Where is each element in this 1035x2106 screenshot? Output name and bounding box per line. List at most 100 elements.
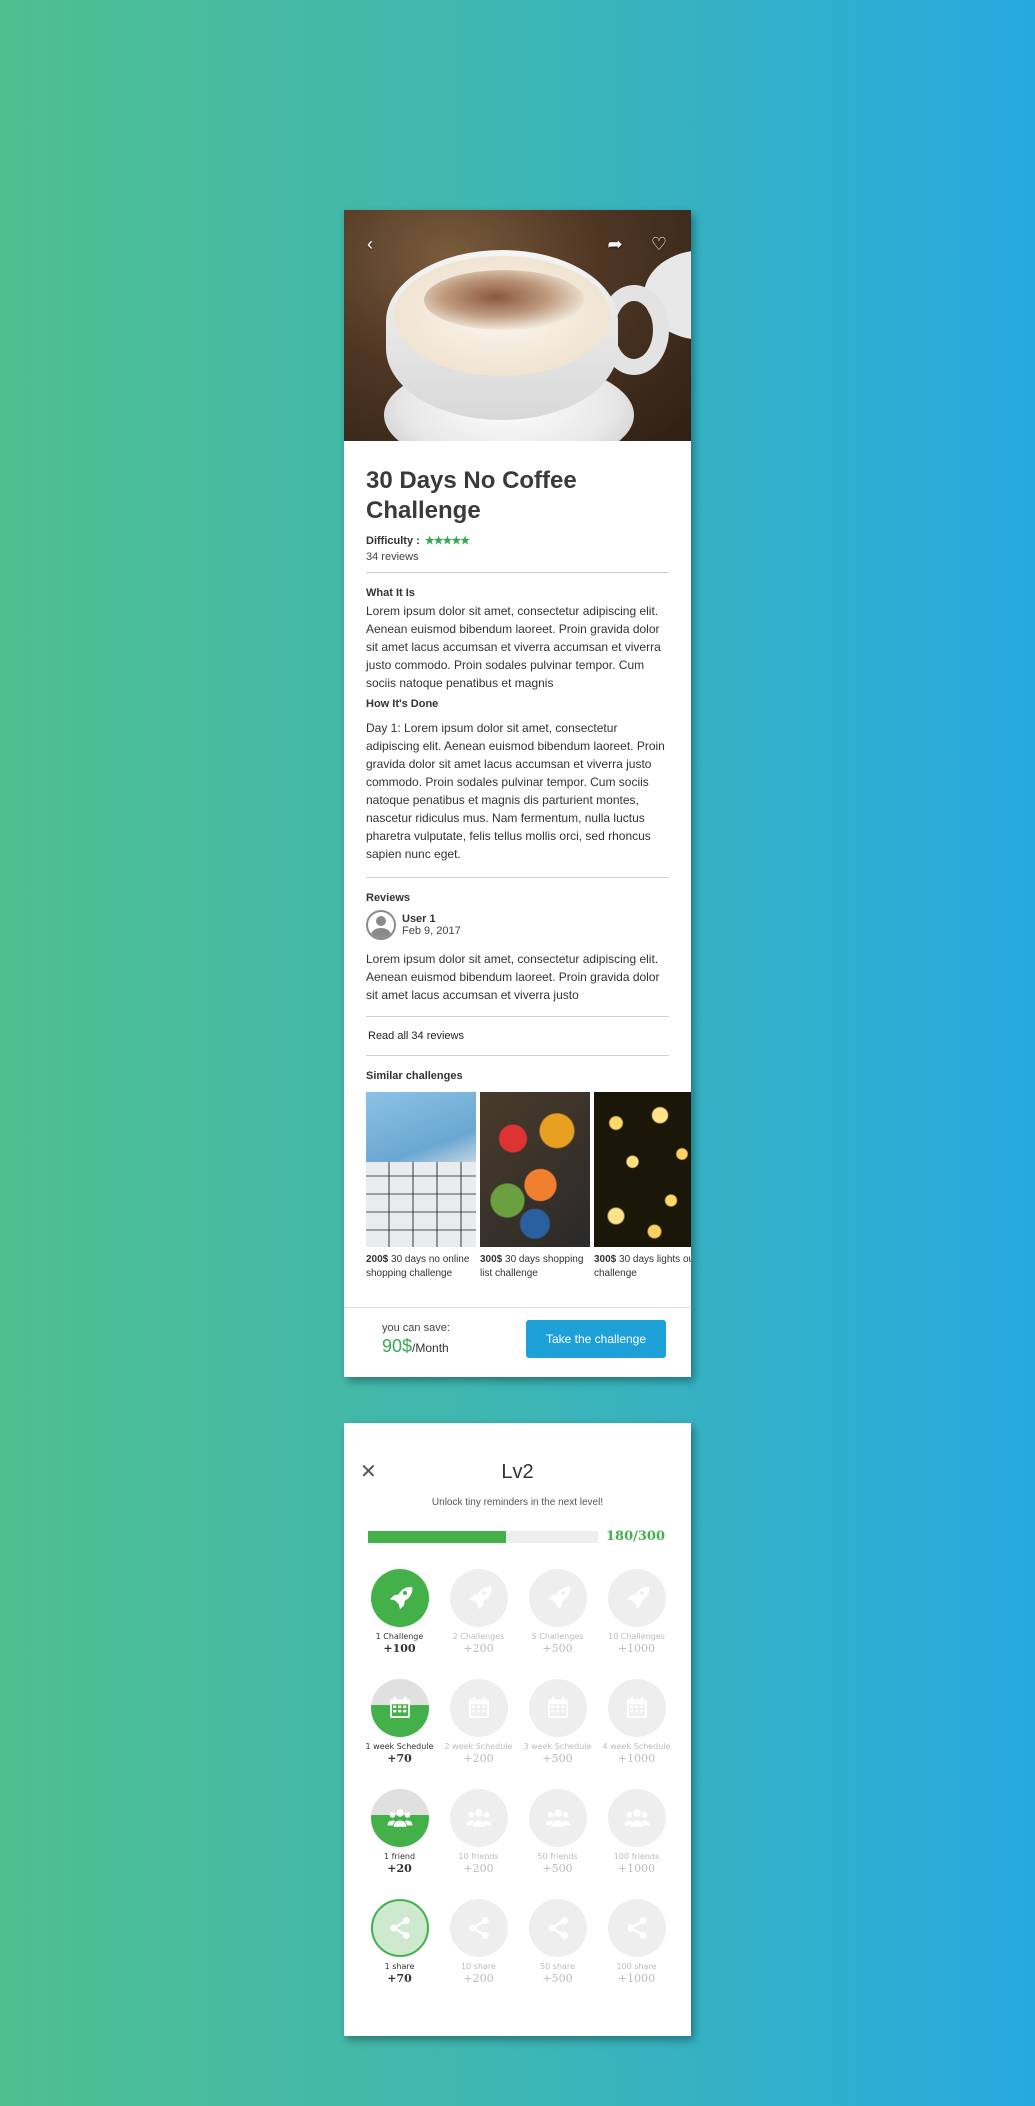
calendar-icon [547,1696,568,1718]
badge-points: +500 [542,1862,573,1875]
achievement-badge[interactable]: 100 share +1000 [597,1899,676,2009]
how-its-done-text: Day 1: Lorem ipsum dolor sit amet, conse… [366,721,665,861]
read-all-reviews-link[interactable]: Read all 34 reviews [366,1027,669,1045]
difficulty-label: Difficulty : [366,534,420,547]
favorite-icon[interactable]: ♡ [647,232,671,256]
difficulty-stars: ★★★★★ [424,535,470,547]
level-progress-text: 180/300 [606,1529,666,1544]
achievement-badge[interactable]: 4 week Schedule +1000 [597,1679,676,1789]
similar-challenge-image [366,1092,476,1247]
difficulty-row: Difficulty : ★★★★★ [366,534,669,548]
friends-icon [466,1809,491,1827]
badge-points: +500 [542,1752,573,1765]
badge-circle [449,1899,508,1957]
badge-points: +500 [542,1642,573,1655]
badge-circle [607,1899,666,1957]
achievement-badge[interactable]: 100 friends +1000 [597,1789,676,1899]
badge-circle [528,1679,587,1737]
badge-label: 1 share [384,1962,415,1971]
save-label: you can save: [382,1322,450,1334]
similar-price: 300$ [594,1254,617,1265]
similar-challenges-heading: Similar challenges [366,1070,463,1082]
badge-row: 1 week Schedule +70 2 week Schedule +200 3 w… [360,1679,680,1789]
badge-points: +200 [463,1642,494,1655]
how-its-done-heading: How It's Done [366,698,439,710]
divider [366,572,669,573]
badge-label: 10 share [461,1962,496,1971]
achievement-badge[interactable]: 1 friend +20 [360,1789,439,1899]
calendar-icon [389,1696,410,1718]
achievement-badge[interactable]: 1 share +70 [360,1899,439,2009]
badge-label: 100 friends [613,1852,660,1861]
avatar [366,910,396,940]
review-text: Lorem ipsum dolor sit amet, consectetur … [366,952,660,1002]
badge-circle [449,1679,508,1737]
badge-points: +100 [383,1642,416,1655]
achievement-badge[interactable]: 2 Challenges +200 [439,1569,518,1679]
challenge-title: 30 Days No Coffee Challenge [366,467,577,524]
badge-label: 2 Challenges [452,1632,505,1641]
similar-challenge-image [594,1092,691,1247]
achievement-badge[interactable]: 50 friends +500 [518,1789,597,1899]
share-icon [389,1917,410,1939]
friends-icon [545,1809,570,1827]
badge-label: 1 week Schedule [365,1742,434,1751]
badge-label: 4 week Schedule [602,1742,671,1751]
what-it-is-text: Lorem ipsum dolor sit amet, consectetur … [366,604,661,690]
similar-challenge-image [480,1092,590,1247]
badge-circle [370,1679,429,1737]
reviews-heading: Reviews [366,892,411,904]
review-user-name: User 1 [402,913,436,925]
reviews-count: 34 reviews [366,551,419,563]
achievement-badge[interactable]: 10 friends +200 [439,1789,518,1899]
badge-circle [449,1789,508,1847]
achievement-badge[interactable]: 3 week Schedule +500 [518,1679,597,1789]
divider [366,877,669,878]
similar-challenge-card[interactable]: 300$ 30 days shopping list challenge [480,1092,590,1281]
hero-image-coffee: ‹ ➦ ♡ [344,210,691,441]
save-amount: 90$/Month [382,1336,449,1357]
badge-points: +1000 [617,1642,656,1655]
back-icon[interactable]: ‹ [358,232,382,256]
rocket-icon [626,1586,649,1610]
badge-circle [607,1789,666,1847]
badge-label: 50 share [540,1962,575,1971]
level-progress-card: ✕ Lv2 Unlock tiny reminders in the next … [344,1423,691,2036]
rocket-icon [547,1586,570,1610]
badge-circle [607,1679,666,1737]
badge-circle [370,1569,429,1627]
share-icon [547,1917,568,1939]
badge-points: +200 [463,1752,494,1765]
review-date: Feb 9, 2017 [402,925,461,937]
badge-points: +200 [463,1972,494,1985]
achievement-badge[interactable]: 50 share +500 [518,1899,597,2009]
badge-circle [607,1569,666,1627]
divider [366,1016,669,1017]
friends-icon [624,1809,649,1827]
rocket-icon [389,1586,412,1610]
challenge-footer: you can save: 90$/Month Take the challen… [344,1307,691,1377]
similar-challenge-card[interactable]: 200$ 30 days no online shopping challeng… [366,1092,476,1281]
share-icon [626,1917,647,1939]
achievement-badge[interactable]: 2 week Schedule +200 [439,1679,518,1789]
achievement-badge[interactable]: 10 Challenges +1000 [597,1569,676,1679]
badge-label: 3 week Schedule [523,1742,592,1751]
badge-label: 5 Challenges [531,1632,584,1641]
badge-points: +1000 [617,1972,656,1985]
similar-price: 300$ [480,1254,503,1265]
badge-label: 2 week Schedule [444,1742,513,1751]
challenge-detail-card: ‹ ➦ ♡ 30 Days No Coffee Challenge Diffic… [344,210,691,1377]
take-challenge-button[interactable]: Take the challenge [526,1320,666,1358]
achievement-badge[interactable]: 10 share +200 [439,1899,518,2009]
achievement-badge[interactable]: 1 week Schedule +70 [360,1679,439,1789]
badge-points: +20 [387,1862,412,1875]
badge-row: 1 friend +20 10 friends +200 50 friends +500 1… [360,1789,680,1899]
achievement-badge[interactable]: 1 Challenge +100 [360,1569,439,1679]
badge-grid: 1 Challenge +100 2 Challenges +200 5 Challen… [360,1569,680,2009]
level-progress-bar [368,1531,598,1543]
badge-circle [528,1899,587,1957]
achievement-badge[interactable]: 5 Challenges +500 [518,1569,597,1679]
badge-circle [370,1789,429,1847]
similar-challenge-card[interactable]: 300$ 30 days lights out challenge [594,1092,691,1281]
share-icon[interactable]: ➦ [603,232,627,256]
